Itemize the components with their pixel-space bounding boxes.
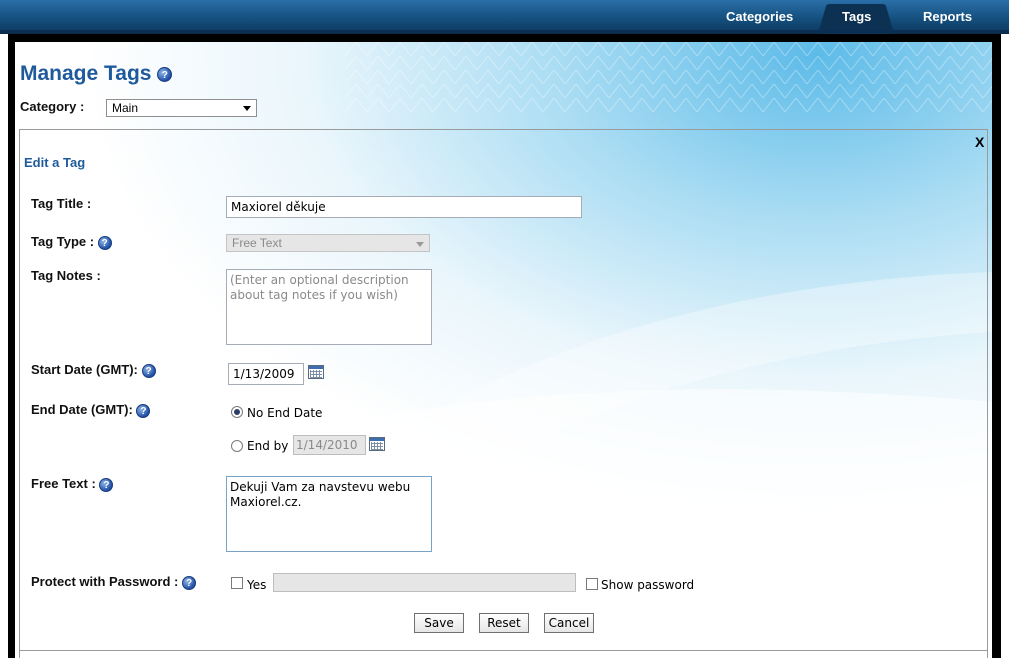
start-date-input[interactable]: 1/13/2009 xyxy=(228,363,304,385)
tab-categories[interactable]: Categories xyxy=(726,9,793,24)
show-password-label: Show password xyxy=(601,578,695,592)
tab-reports[interactable]: Reports xyxy=(923,9,972,24)
cancel-button[interactable]: Cancel xyxy=(544,613,594,633)
help-icon[interactable]: ? xyxy=(141,363,156,378)
protect-password-label-text: Protect with Password : xyxy=(31,574,179,589)
help-icon[interactable]: ? xyxy=(157,67,173,82)
dropdown-arrow-icon xyxy=(243,106,251,111)
no-end-date-radio[interactable] xyxy=(231,406,243,418)
tag-type-select[interactable]: Free Text xyxy=(226,234,430,252)
start-date-label: Start Date (GMT): ? xyxy=(31,362,156,378)
start-date-label-text: Start Date (GMT): xyxy=(31,362,138,377)
free-text-label: Free Text : ? xyxy=(31,476,114,492)
category-select[interactable]: Main xyxy=(106,99,257,117)
help-icon[interactable]: ? xyxy=(182,575,196,590)
end-by-label: End by : xyxy=(247,439,297,453)
help-icon[interactable]: ? xyxy=(136,403,151,418)
section-title: Edit a Tag xyxy=(24,155,86,170)
protect-yes-checkbox[interactable] xyxy=(231,577,243,589)
protect-password-label: Protect with Password : ? xyxy=(31,574,196,590)
protect-yes-label: Yes xyxy=(247,578,267,592)
free-text-textarea[interactable]: Dekuji Vam za navstevu webu Maxiorel.cz. xyxy=(226,476,432,552)
category-select-value: Main xyxy=(112,101,139,115)
dropdown-arrow-icon xyxy=(416,242,424,247)
calendar-icon-header xyxy=(309,366,323,369)
page-title-text: Manage Tags xyxy=(20,62,152,85)
calendar-icon-grid xyxy=(371,442,383,450)
tab-tags[interactable]: Tags xyxy=(842,9,871,24)
show-password-checkbox[interactable] xyxy=(586,578,598,590)
save-button[interactable]: Save xyxy=(414,613,464,633)
end-by-date-input[interactable]: 1/14/2010 xyxy=(293,435,366,455)
end-date-label-text: End Date (GMT): xyxy=(31,402,133,417)
reset-button[interactable]: Reset xyxy=(479,613,529,633)
tag-notes-label: Tag Notes : xyxy=(31,268,101,283)
no-end-date-label: No End Date xyxy=(247,406,323,420)
calendar-icon-header xyxy=(370,438,384,441)
category-label: Category : xyxy=(20,99,85,114)
tag-type-label: Tag Type : ? xyxy=(31,234,112,250)
edit-panel-bottom-divider xyxy=(20,650,987,651)
calendar-icon-grid xyxy=(310,370,322,378)
calendar-icon[interactable] xyxy=(308,365,324,379)
help-icon[interactable]: ? xyxy=(97,235,112,250)
tag-type-label-text: Tag Type : xyxy=(31,234,95,249)
nav-bottom-stripe xyxy=(0,30,1009,33)
calendar-icon[interactable] xyxy=(369,437,385,451)
end-by-radio[interactable] xyxy=(231,440,243,452)
tag-title-input[interactable]: Maxiorel děkuje xyxy=(226,196,582,218)
tag-title-label: Tag Title : xyxy=(31,196,92,211)
close-icon[interactable]: X xyxy=(975,134,984,150)
free-text-label-text: Free Text : xyxy=(31,476,96,491)
end-date-label: End Date (GMT): ? xyxy=(31,402,151,418)
page-title: Manage Tags ? xyxy=(20,62,173,86)
tag-type-select-value: Free Text xyxy=(232,236,282,250)
help-icon[interactable]: ? xyxy=(99,477,114,492)
tag-notes-textarea[interactable]: (Enter an optional description about tag… xyxy=(226,269,432,345)
password-input[interactable] xyxy=(273,573,576,592)
